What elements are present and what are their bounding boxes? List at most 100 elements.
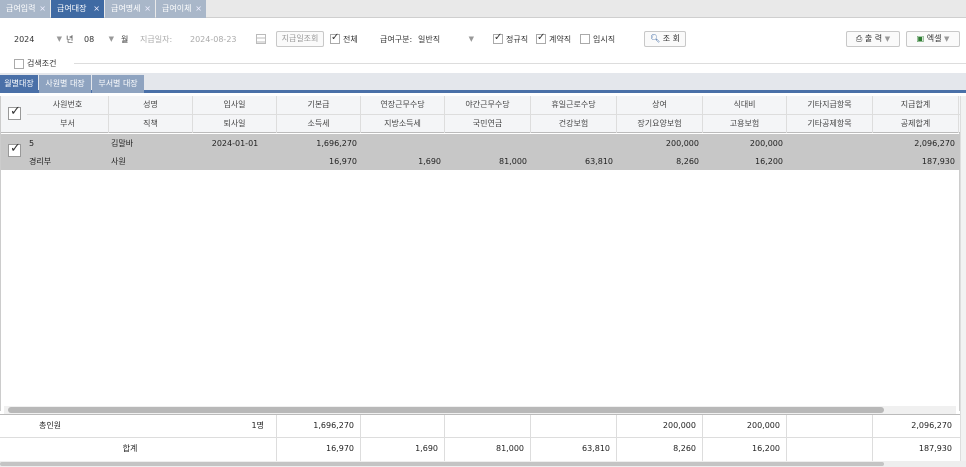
column-header[interactable]: 입사일 <box>193 96 277 114</box>
temporary-checkbox[interactable] <box>580 34 590 44</box>
tab-employee-ledger[interactable]: 사원별 대장 <box>39 75 91 93</box>
summary-cell <box>444 415 524 437</box>
row-checkbox[interactable] <box>8 141 21 157</box>
pay-date-search-button[interactable]: 지급일조회 <box>276 31 324 47</box>
column-header[interactable]: 퇴사일 <box>193 115 277 133</box>
table-cell[interactable]: 경리부 <box>29 153 109 170</box>
search-condition-checkbox[interactable] <box>14 59 24 69</box>
scrollbar-thumb[interactable] <box>8 407 884 413</box>
calendar-icon[interactable] <box>256 34 266 44</box>
column-header[interactable]: 연장근무수당 <box>361 96 445 114</box>
summary-cell: 81,000 <box>496 444 524 453</box>
tab-label: 급여입력 <box>6 4 36 13</box>
tab-pay-input[interactable]: 급여입력 × <box>0 0 50 18</box>
column-header[interactable]: 기타공제항목 <box>787 115 873 133</box>
column-header[interactable]: 휴일근로수당 <box>531 96 617 114</box>
contract-label: 계약직 <box>549 35 572 44</box>
table-cell[interactable] <box>531 135 613 152</box>
summary-cell: 200,000 <box>746 421 780 430</box>
table-cell[interactable]: 8,260 <box>617 153 699 170</box>
table-cell[interactable]: 사원 <box>111 153 193 170</box>
column-header[interactable]: 지방소득세 <box>361 115 445 133</box>
table-cell[interactable]: 1,696,270 <box>277 135 357 152</box>
month-select[interactable]: 08 ▼ <box>84 32 114 47</box>
tab-monthly-ledger[interactable]: 월별대장 <box>0 75 38 93</box>
tab-pay-ledger[interactable]: 급여대장 × <box>51 0 104 18</box>
summary-cell: 187,930 <box>918 444 952 453</box>
all-checkbox[interactable] <box>330 32 340 44</box>
print-button[interactable]: ⎙ 출 력 ▼ <box>846 31 900 47</box>
chevron-down-icon: ▼ <box>944 35 950 43</box>
column-header[interactable]: 국민연금 <box>445 115 531 133</box>
contract-checkbox[interactable] <box>536 32 546 44</box>
table-cell[interactable]: 1,690 <box>361 153 441 170</box>
pay-date-field[interactable]: 2024-08-23 <box>190 32 250 47</box>
column-header[interactable]: 공제합계 <box>873 115 959 133</box>
table-cell[interactable]: 2,096,270 <box>873 135 955 152</box>
column-header[interactable]: 고용보험 <box>703 115 787 133</box>
table-cell[interactable]: 5 <box>29 135 109 152</box>
column-header[interactable]: 성명 <box>109 96 193 114</box>
grid-header: 사원번호성명입사일기본급연장근무수당야간근무수당휴일근로수당상여식대비기타지급항… <box>1 96 961 133</box>
column-header[interactable]: 사원번호 <box>27 96 109 114</box>
vertical-scrollbar[interactable] <box>960 96 966 461</box>
table-cell[interactable]: 81,000 <box>445 153 527 170</box>
column-header[interactable]: 장기요양보험 <box>617 115 703 133</box>
column-header[interactable]: 식대비 <box>703 96 787 114</box>
table-cell[interactable] <box>445 135 527 152</box>
filter-bar: 2024 ▼ 년 08 ▼ 월 지급일자: 2024-08-23 지급일조회 전… <box>0 26 966 52</box>
column-header[interactable]: 야간근무수당 <box>445 96 531 114</box>
table-cell[interactable]: 16,970 <box>277 153 357 170</box>
year-value: 2024 <box>14 35 35 44</box>
summary-cell: 63,810 <box>582 444 610 453</box>
pay-date-label: 지급일자: <box>140 35 173 44</box>
pay-type-select[interactable]: 일반직 ▼ <box>418 32 474 47</box>
column-header[interactable]: 기타지급항목 <box>787 96 873 114</box>
tab-pay-transfer[interactable]: 급여이체 × <box>156 0 206 18</box>
total-people-value: 1명 <box>251 421 264 430</box>
column-header[interactable]: 기본급 <box>277 96 361 114</box>
tab-pay-statement[interactable]: 급여명세 × <box>105 0 155 18</box>
summary-cell <box>360 415 438 437</box>
table-row[interactable]: 5김말바2024-01-011,696,270 200,000200,000 2,0… <box>1 134 961 170</box>
tab-label: 급여이체 <box>162 4 192 13</box>
close-icon[interactable]: × <box>144 0 151 18</box>
regular-label: 정규직 <box>506 35 529 44</box>
page-horizontal-scrollbar[interactable] <box>0 461 966 467</box>
scrollbar-thumb[interactable] <box>0 462 884 466</box>
column-header[interactable]: 부서 <box>27 115 109 133</box>
table-cell[interactable] <box>361 135 441 152</box>
column-header[interactable]: 상여 <box>617 96 703 114</box>
table-cell[interactable]: 16,200 <box>703 153 783 170</box>
search-button[interactable]: 🔍︎ 조 회 <box>644 31 686 47</box>
horizontal-scrollbar[interactable] <box>4 406 956 414</box>
table-cell[interactable] <box>193 153 277 170</box>
year-select[interactable]: 2024 ▼ <box>14 32 62 47</box>
table-cell[interactable]: 200,000 <box>703 135 783 152</box>
table-cell[interactable]: 2024-01-01 <box>193 135 277 152</box>
close-icon[interactable]: × <box>39 0 46 18</box>
table-cell[interactable]: 200,000 <box>617 135 699 152</box>
column-header[interactable]: 직책 <box>109 115 193 133</box>
table-cell[interactable]: 187,930 <box>873 153 955 170</box>
month-unit-label: 월 <box>121 35 129 44</box>
column-header[interactable]: 지급합계 <box>873 96 959 114</box>
excel-button[interactable]: ▣ 엑셀 ▼ <box>906 31 960 47</box>
close-icon[interactable]: × <box>93 0 100 18</box>
search-button-label: 조 회 <box>662 34 680 43</box>
table-cell[interactable]: 63,810 <box>531 153 613 170</box>
summary-cell <box>786 438 866 460</box>
table-cell[interactable] <box>787 153 869 170</box>
select-all-checkbox[interactable] <box>8 104 21 120</box>
top-tab-bar: 급여입력 × 급여대장 × 급여명세 × 급여이체 × <box>0 0 966 18</box>
column-header[interactable]: 소득세 <box>277 115 361 133</box>
regular-checkbox[interactable] <box>493 32 503 44</box>
tab-department-ledger[interactable]: 부서별 대장 <box>92 75 144 93</box>
search-icon: 🔍︎ <box>650 34 661 43</box>
column-header[interactable]: 건강보험 <box>531 115 617 133</box>
close-icon[interactable]: × <box>195 0 202 18</box>
summary-cell: 2,096,270 <box>911 421 952 430</box>
table-cell[interactable]: 김말바 <box>111 135 193 152</box>
table-cell[interactable] <box>787 135 869 152</box>
print-button-label: 출 력 <box>864 34 883 43</box>
